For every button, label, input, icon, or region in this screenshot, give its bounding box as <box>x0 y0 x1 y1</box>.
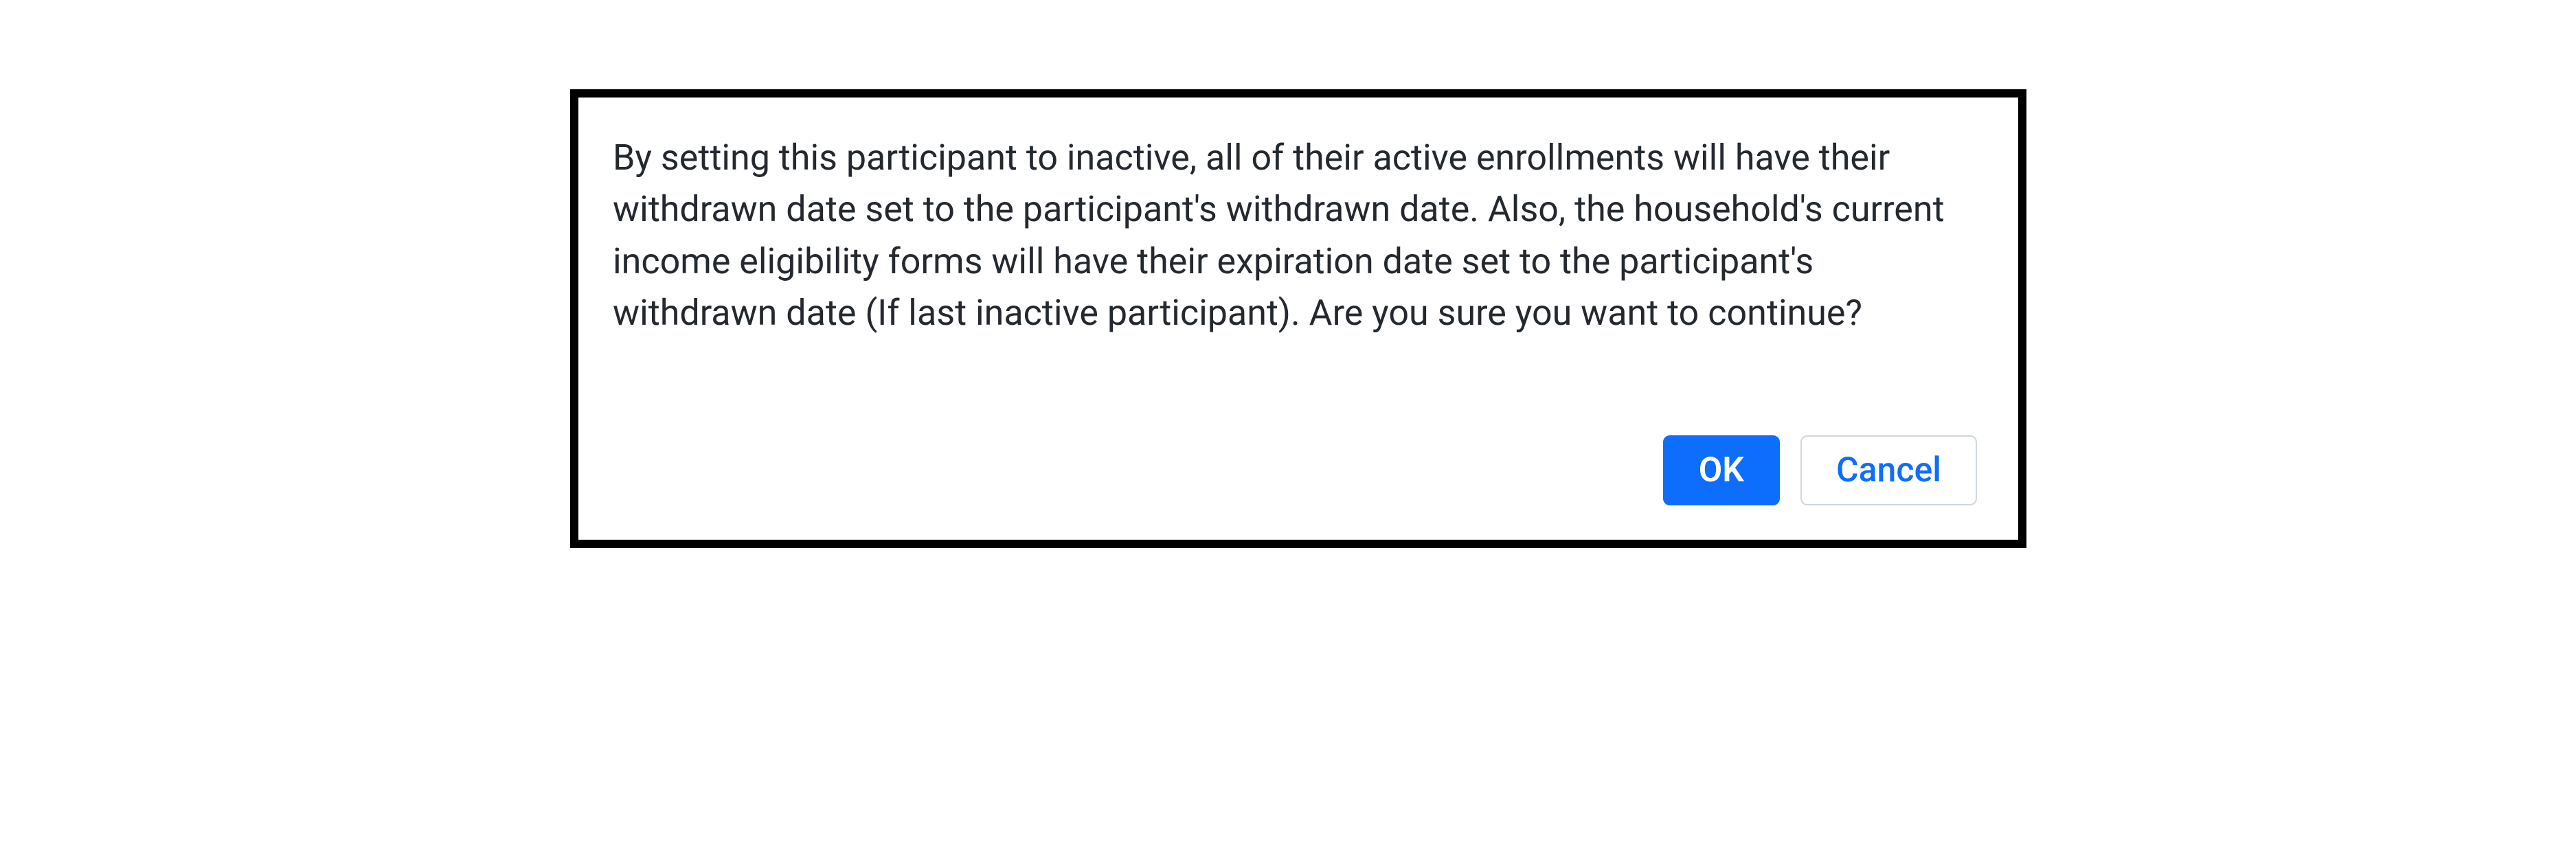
ok-button[interactable]: OK <box>1663 435 1780 505</box>
cancel-button[interactable]: Cancel <box>1800 435 1977 505</box>
dialog-message: By setting this participant to inactive,… <box>613 132 1977 339</box>
confirmation-dialog: By setting this participant to inactive,… <box>570 89 2026 548</box>
dialog-actions: OK Cancel <box>613 435 1977 505</box>
